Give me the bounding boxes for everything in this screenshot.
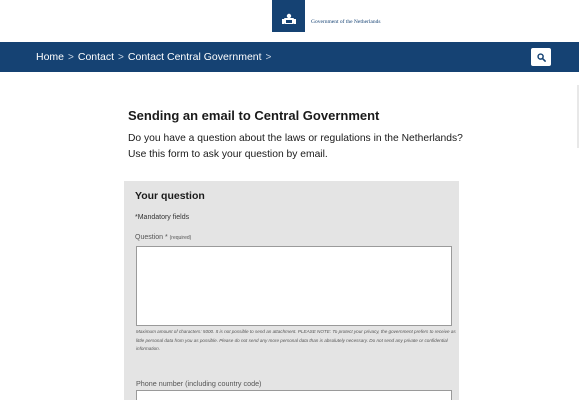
breadcrumb-separator: > <box>68 51 74 63</box>
breadcrumb-separator: > <box>118 51 124 63</box>
navigation-bar: Home > Contact > Contact Central Governm… <box>0 42 579 72</box>
phone-input[interactable] <box>136 390 452 400</box>
question-label: Question * (required) <box>135 234 191 241</box>
question-textarea[interactable] <box>136 246 452 326</box>
main-content: Sending an email to Central Government D… <box>128 108 468 163</box>
government-logo[interactable]: Government of the Netherlands <box>272 0 381 32</box>
breadcrumb-contact[interactable]: Contact <box>78 51 114 63</box>
search-button[interactable] <box>531 48 551 66</box>
mandatory-fields-note: *Mandatory fields <box>135 214 190 221</box>
breadcrumb: Home > Contact > Contact Central Governm… <box>36 42 275 72</box>
coat-of-arms-icon <box>272 0 305 32</box>
breadcrumb-contact-central-government[interactable]: Contact Central Government <box>128 51 262 63</box>
phone-label: Phone number (including country code) <box>136 379 262 388</box>
question-form: Your question *Mandatory fields Question… <box>124 181 459 400</box>
breadcrumb-home[interactable]: Home <box>36 51 64 63</box>
required-marker: (required) <box>169 235 192 241</box>
logo-text: Government of the Netherlands <box>311 19 381 25</box>
question-help-text: Maximum amount of characters: 5000. It i… <box>136 329 456 351</box>
breadcrumb-separator: > <box>265 51 272 63</box>
form-section-title: Your question <box>135 190 205 202</box>
question-label-text: Question * <box>135 234 168 241</box>
site-header: Government of the Netherlands <box>0 0 579 42</box>
search-icon <box>536 52 546 62</box>
page-title: Sending an email to Central Government <box>128 108 380 123</box>
intro-text: Do you have a question about the laws or… <box>128 133 463 160</box>
